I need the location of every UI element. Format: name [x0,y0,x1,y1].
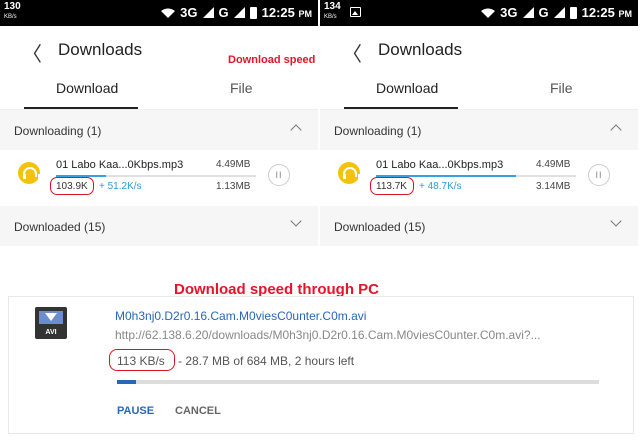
pause-button[interactable]: II [588,164,610,186]
mobile-speed-caption: Download speed through mobile [228,54,318,66]
tab-download[interactable]: Download [56,80,118,96]
wifi-icon [161,8,176,18]
clock: 12:25 PM [581,5,632,20]
wifi-icon [481,8,496,18]
signal-icon [553,7,565,18]
tab-download[interactable]: Download [376,80,438,96]
network-type: 3G [500,5,518,20]
chevron-up-icon [610,124,622,136]
completed-size: 1.13MB [216,181,251,192]
progress-bar [117,380,599,384]
network-speed-indicator: 134 KB/s [324,1,341,21]
active-tab-indicator [24,107,138,109]
pause-button[interactable]: II [268,164,290,186]
tab-bar: Download File [0,74,318,110]
downloading-section-header[interactable]: Downloading (1) [320,110,638,150]
cancel-button[interactable]: CANCEL [175,405,221,417]
app-bar: 〈 Downloads [320,26,638,74]
app-bar: 〈 Downloads Download speed through mobil… [0,26,318,74]
headphones-icon [338,162,361,184]
status-bar: 130 KB/s 3G G 12:25 PM [0,0,318,26]
highlight-circle [50,177,94,195]
chevron-up-icon [290,124,302,136]
pc-download-card: AVI M0h3nj0.D2r0.16.Cam.M0viesC0unter.C0… [8,296,634,434]
chevron-down-icon [290,215,302,227]
download-filename-link[interactable]: M0h3nj0.D2r0.16.Cam.M0viesC0unter.C0m.av… [115,309,366,323]
network-g: G [538,5,549,20]
page-title: Downloads [58,40,143,59]
back-arrow-icon[interactable]: 〈 [22,38,42,67]
chevron-down-icon [610,215,622,227]
download-speed: + 48.7K/s [419,181,462,192]
phone-screen-left: 130 KB/s 3G G 12:25 PM 〈 Downloads Downl… [0,0,318,260]
clock: 12:25 PM [261,5,312,20]
download-item[interactable]: 01 Labo Kaa...0Kbps.mp3 4.49MB 113.7K + … [320,150,638,206]
tab-file[interactable]: File [230,80,253,96]
downloaded-section-header[interactable]: Downloaded (15) [0,206,318,246]
highlight-circle [109,349,175,371]
avi-file-icon: AVI [35,307,67,339]
network-g: G [218,5,229,20]
network-speed-indicator: 130 KB/s [4,1,21,21]
completed-size: 3.14MB [536,181,571,192]
signal-icon [202,7,214,18]
progress-fill [117,380,137,384]
page-title: Downloads [378,40,463,59]
download-url: http://62.138.6.20/downloads/M0h3nj0.D2r… [115,328,541,342]
downloaded-section-header[interactable]: Downloaded (15) [320,206,638,246]
active-tab-indicator [344,107,458,109]
image-notification-icon [350,7,361,17]
pause-button[interactable]: PAUSE [117,405,154,417]
tab-bar: Download File [320,74,638,110]
file-name: 01 Labo Kaa...0Kbps.mp3 [376,159,504,171]
signal-icon [522,7,534,18]
downloading-section-header[interactable]: Downloading (1) [0,110,318,150]
battery-icon [569,6,577,19]
signal-icon [233,7,245,18]
file-size: 4.49MB [536,159,571,170]
back-arrow-icon[interactable]: 〈 [342,38,362,67]
phone-screen-right: 134 KB/s 3G G 12:25 PM 〈 Downloads Downl… [320,0,638,260]
network-type: 3G [180,5,198,20]
file-size: 4.49MB [216,159,251,170]
battery-icon [249,6,257,19]
headphones-icon [18,162,41,184]
tab-file[interactable]: File [550,80,573,96]
highlight-circle [370,177,414,195]
download-speed: + 51.2K/s [99,181,142,192]
status-bar: 134 KB/s 3G G 12:25 PM [320,0,638,26]
file-name: 01 Labo Kaa...0Kbps.mp3 [56,159,184,171]
download-item[interactable]: 01 Labo Kaa...0Kbps.mp3 4.49MB 103.9K + … [0,150,318,206]
download-status: - 28.7 MB of 684 MB, 2 hours left [178,354,355,368]
